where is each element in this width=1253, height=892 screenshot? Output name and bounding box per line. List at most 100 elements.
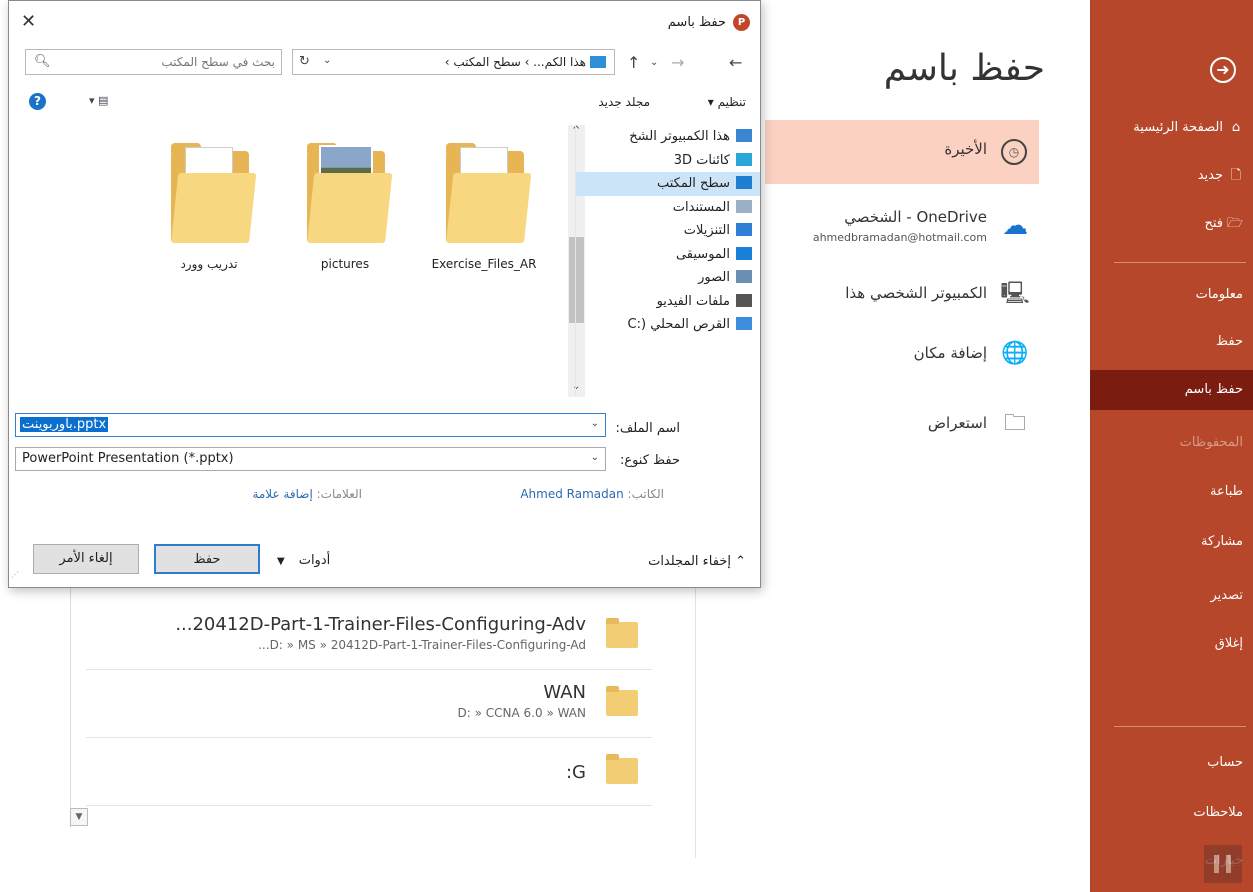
sidebar-item-share[interactable]: مشاركة [1090,524,1253,560]
page-title: حفظ باسم [883,48,1045,89]
dialog-title: حفظ باسم [667,15,726,30]
list-scroll-down-button[interactable]: ▼ [70,808,88,826]
tree-item-label: سطح المكتب [656,176,730,191]
up-arrow-icon[interactable]: ↑ [627,53,640,72]
folder-icon [446,143,532,243]
tree-item-3d-objects[interactable]: كائنات 3D [576,149,760,173]
tags-value[interactable]: إضافة علامة [252,487,312,501]
new-folder-button[interactable]: مجلد جديد [598,95,650,109]
sidebar-item-export[interactable]: تصدير [1090,578,1253,614]
sidebar-divider [1114,262,1246,263]
view-options-icon[interactable]: ▾ ▤ [89,94,108,107]
file-name: Exercise_Files_AR [431,257,537,271]
tags-field: العلامات: إضافة علامة [252,487,362,501]
hide-folders-button[interactable]: ⌃ إخفاء المجلدات [648,554,746,569]
sidebar-item-home[interactable]: ⌂ الصفحة الرئيسية [1090,110,1253,146]
file-name-input[interactable]: باوربوينت.pptx ⌄ [15,413,606,437]
help-icon[interactable]: ? [29,93,46,110]
sidebar-item-history: المحفوظات [1179,435,1243,450]
cancel-button[interactable]: إلغاء الأمر [33,544,139,574]
dialog-footer: ⌃ إخفاء المجلدات أدوات▼ حفظ إلغاء الأمر … [9,541,760,581]
film-icon [736,293,752,307]
sidebar-item-info[interactable]: معلومات [1090,277,1253,313]
sidebar-item-account[interactable]: حساب [1090,745,1253,781]
tree-item-documents[interactable]: المستندات [576,196,760,220]
tree-item-desktop[interactable]: سطح المكتب [576,172,760,196]
tree-item-downloads[interactable]: التنزيلات [576,219,760,243]
tree-item-pictures[interactable]: الصور [576,266,760,290]
drive-icon [736,317,752,330]
music-note-icon [736,246,752,260]
tree-item-local-disk[interactable]: القرص المحلي (:C [576,313,760,337]
sidebar-item-feedback[interactable]: ملاحظات [1090,795,1253,831]
sidebar-item-print[interactable]: طباعة [1090,474,1253,510]
new-document-icon: 🗋 [1230,168,1242,183]
chevron-down-icon[interactable]: ⌄ [323,55,331,66]
location-onedrive[interactable]: ☁ OneDrive - الشخصي ahmedbramadan@hotmai… [765,196,1039,260]
clock-icon: ◷ [1001,139,1027,165]
tree-item-label: كائنات 3D [673,152,730,168]
location-label: OneDrive - الشخصي [844,208,987,226]
recent-folder-name: 20412D-Part-1-Trainer-Files-Configuring-… [175,614,586,635]
dialog-navbar: 🔍︎ ↻ ⌄ هذا الكم... › سطح المكتب › ↑ ⌄ → … [9,49,760,79]
sidebar-item-save-as[interactable]: حفظ باسم [1090,370,1253,410]
file-item[interactable]: تدريب وورد [149,125,269,275]
chevron-down-icon[interactable]: ⌄ [591,452,599,463]
recent-folder-name: WAN [543,682,586,703]
tags-label: العلامات: [316,487,362,501]
save-type-label: حفظ كنوع: [619,453,680,468]
file-item[interactable]: Exercise_Files_AR [424,125,544,275]
onedrive-cloud-icon: ☁ [1002,211,1028,241]
pause-icon[interactable] [1204,845,1242,883]
address-bar[interactable]: ↻ ⌄ هذا الكم... › سطح المكتب › [292,49,615,75]
chevron-down-icon[interactable]: ⌄ [591,418,599,429]
search-box[interactable]: 🔍︎ [25,49,282,75]
sidebar-item-label: جديد [1197,168,1223,183]
open-folder-icon: 🗁 [1226,216,1243,231]
this-pc-icon: 🖳 [1000,281,1030,306]
tree-item-label: التنزيلات [683,223,730,238]
sidebar-item-close[interactable]: إغلاق [1090,626,1253,662]
save-type-value: PowerPoint Presentation (*.pptx) [22,451,234,466]
dialog-titlebar[interactable]: ✕ P حفظ باسم [9,1,760,45]
tree-item-music[interactable]: الموسيقى [576,243,760,267]
forward-arrow-icon[interactable]: → [671,53,684,72]
search-icon: 🔍︎ [34,54,51,69]
location-add-place[interactable]: 🌐 إضافة مكان [765,324,1039,388]
back-arrow-icon[interactable]: ← [729,53,742,72]
folder-icon [606,754,638,784]
location-label: الكمبيوتر الشخصي هذا [845,284,987,302]
sidebar-item-label: الصفحة الرئيسية [1133,120,1223,135]
file-name: pictures [320,257,370,271]
recent-folder-item[interactable]: G: [86,740,652,806]
organize-button[interactable]: تنظيم ▾ [708,95,746,109]
tools-button[interactable]: أدوات ▼ [277,553,330,568]
recent-folder-item[interactable]: WAN D: » CCNA 6.0 » WAN [86,672,652,738]
save-button[interactable]: حفظ [154,544,260,574]
sidebar-item-new[interactable]: 🗋 جديد [1090,158,1253,194]
file-view: Exercise_Files_AR pictures تدريب وورد [9,125,568,397]
author-value[interactable]: Ahmed Ramadan [520,487,623,501]
back-arrow-icon[interactable]: ➜ [1210,57,1236,83]
folder-icon [171,143,257,243]
recent-folder-item[interactable]: 20412D-Part-1-Trainer-Files-Configuring-… [86,604,652,670]
location-browse[interactable]: 🗀 استعراض [765,394,1039,458]
sidebar-item-save[interactable]: حفظ [1090,324,1253,360]
tree-item-label: المستندات [672,199,730,215]
save-type-select[interactable]: PowerPoint Presentation (*.pptx) ⌄ [15,447,606,471]
file-item[interactable]: pictures [285,125,405,275]
tree-item-videos[interactable]: ملفات الفيديو [576,290,760,314]
breadcrumb[interactable]: هذا الكم... › سطح المكتب › [445,55,606,69]
refresh-icon[interactable]: ↻ [299,54,310,69]
location-this-pc[interactable]: 🖳 الكمبيوتر الشخصي هذا [765,264,1039,328]
dialog-command-bar: ? ▾ ▤ مجلد جديد تنظيم ▾ [9,93,760,117]
tools-label: أدوات [298,553,331,568]
recent-locations-chevron-icon[interactable]: ⌄ [650,57,658,68]
close-icon[interactable]: ✕ [21,11,36,32]
sidebar-item-open[interactable]: 🗁فتح [1090,206,1253,242]
tree-item-this-pc[interactable]: هذا الكمبيوتر الشخ [576,125,760,149]
resize-grip-icon[interactable]: ⋰ [11,570,19,579]
recent-folder-name: G: [565,762,586,783]
search-input[interactable] [65,53,275,71]
location-recent[interactable]: ◷ الأخيرة [765,120,1039,184]
